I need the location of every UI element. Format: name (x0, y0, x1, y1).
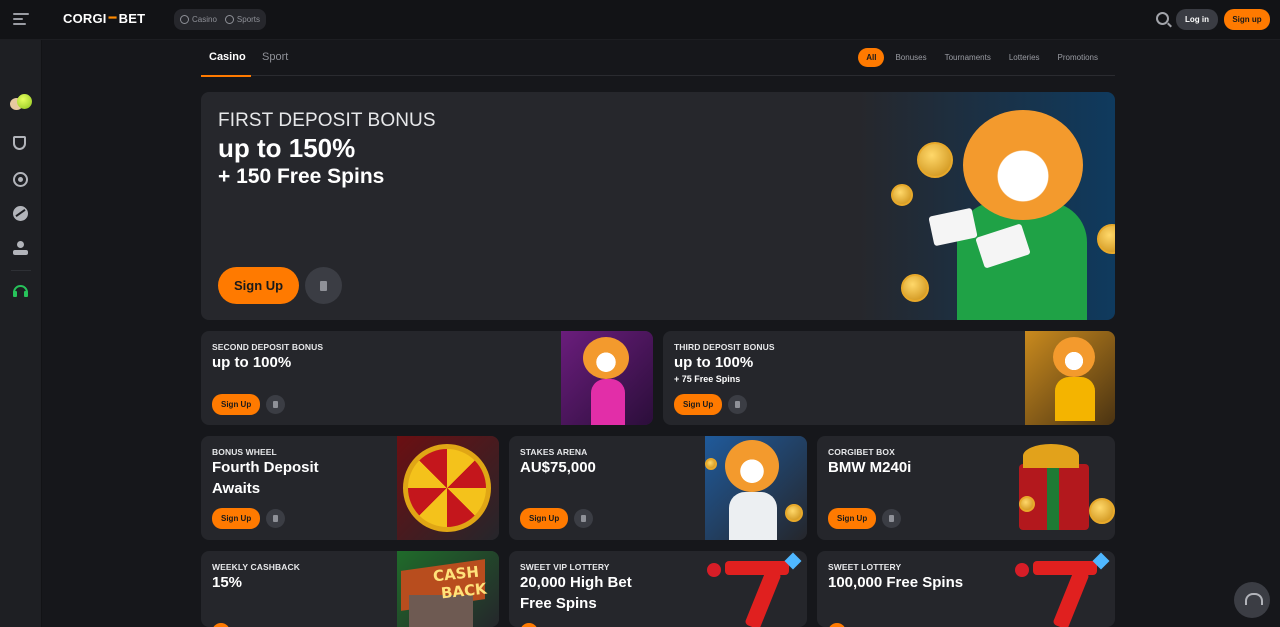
cashback-house-image: CASH BACK (397, 551, 499, 627)
card-title: AU$75,000 (520, 459, 596, 476)
joystick-icon[interactable] (13, 241, 28, 256)
info-icon[interactable] (574, 509, 593, 528)
section-tabs: Casino Sport All Bonuses Tournaments Lot… (201, 44, 1115, 77)
hero-kicker: FIRST DEPOSIT BONUS (218, 110, 436, 131)
card-title-line1: Fourth Deposit (212, 459, 319, 476)
card-title: 15% (212, 574, 243, 591)
card-signup-button[interactable] (212, 623, 230, 627)
card-title: 100,000 Free Spins (828, 574, 964, 591)
card-title-line2: Awaits (212, 480, 261, 497)
card-signup-button[interactable]: Sign Up (212, 508, 261, 529)
filter-bar: All Bonuses Tournaments Lotteries Promot… (858, 48, 1107, 67)
sports-ball-icon (224, 15, 234, 24)
hero-title: up to 150% (218, 133, 356, 163)
card-title-line2: Free Spins (520, 595, 597, 612)
card-signup-button[interactable]: Sign Up (520, 508, 569, 529)
hero-signup-button[interactable]: Sign Up (218, 267, 300, 304)
casino-chip-icon (180, 15, 189, 24)
menu-icon[interactable] (13, 13, 29, 26)
mode-sports-label: Sports (236, 15, 261, 24)
filter-bonuses[interactable]: Bonuses (886, 48, 935, 67)
search-icon[interactable] (1156, 12, 1169, 25)
top-bar: CORGI ━ BET Casino Sports Log in Sign up (0, 0, 1280, 40)
promo-card[interactable]: CORGIBET BOX BMW M240i Sign Up (817, 436, 1115, 540)
mode-casino-label: Casino (192, 15, 217, 24)
tab-sport[interactable]: Sport (262, 51, 288, 63)
basketball-icon[interactable] (13, 206, 28, 221)
signup-button[interactable]: Sign up (1224, 9, 1270, 30)
card-title: BMW M240i (828, 459, 912, 476)
promo-card[interactable]: SECOND DEPOSIT BONUS up to 100% Sign Up (201, 331, 653, 425)
shield-icon[interactable] (13, 136, 26, 150)
sidebar-divider (11, 270, 31, 271)
headset-icon[interactable] (13, 285, 28, 297)
card-kicker: BONUS WHEEL (212, 447, 277, 457)
card-kicker: SWEET LOTTERY (828, 562, 902, 572)
info-icon[interactable] (305, 267, 342, 304)
promo-card[interactable]: BONUS WHEEL Fourth Deposit Awaits Sign U… (201, 436, 499, 540)
promo-card[interactable]: THIRD DEPOSIT BONUS up to 100% + 75 Free… (663, 331, 1115, 425)
card-kicker: STAKES ARENA (520, 447, 588, 457)
mode-sports[interactable]: Sports (224, 15, 261, 24)
hero-banner[interactable]: FIRST DEPOSIT BONUS up to 150% + 150 Fre… (201, 92, 1115, 320)
logo-text-left: CORGI (63, 10, 107, 26)
card-kicker: WEEKLY CASHBACK (212, 562, 300, 572)
promo-card[interactable]: WEEKLY CASHBACK 15% CASH BACK (201, 551, 499, 627)
hero-subtitle: + 150 Free Spins (218, 165, 385, 188)
card-signup-button[interactable] (828, 623, 846, 627)
promo-card[interactable]: STAKES ARENA AU$75,000 Sign Up (509, 436, 807, 540)
bonus-wheel-image (397, 436, 499, 540)
corgi-cash-image (1025, 331, 1115, 425)
corgi-pink-dress-image (561, 331, 653, 425)
filter-promotions[interactable]: Promotions (1049, 48, 1107, 67)
bone-icon: ━ (108, 10, 117, 25)
card-signup-button[interactable]: Sign Up (828, 508, 877, 529)
promo-card[interactable]: SWEET LOTTERY 100,000 Free Spins (817, 551, 1115, 627)
info-icon[interactable] (266, 509, 285, 528)
mode-switch: Casino Sports (174, 9, 267, 30)
tennis-ball-icon[interactable] (8, 92, 34, 114)
card-signup-button[interactable]: Sign Up (212, 394, 261, 415)
info-icon[interactable] (882, 509, 901, 528)
filter-tournaments[interactable]: Tournaments (936, 48, 1000, 67)
card-kicker: SWEET VIP LOTTERY (520, 562, 610, 572)
card-title-line1: 20,000 High Bet (520, 574, 632, 591)
sidebar (0, 40, 42, 627)
filter-lotteries[interactable]: Lotteries (1000, 48, 1049, 67)
card-signup-button[interactable]: Sign Up (674, 394, 723, 415)
info-icon[interactable] (266, 395, 285, 414)
logo-text-right: BET (118, 10, 146, 26)
card-kicker: THIRD DEPOSIT BONUS (674, 342, 775, 352)
card-subtitle: + 75 Free Spins (674, 374, 741, 384)
logo[interactable]: CORGI ━ BET (63, 10, 145, 26)
chip-icon[interactable] (13, 172, 28, 187)
card-title: up to 100% (674, 354, 754, 371)
filter-all[interactable]: All (858, 48, 885, 67)
support-chat-button[interactable] (1234, 582, 1270, 618)
gift-box-image (1013, 436, 1115, 540)
card-kicker: CORGIBET BOX (828, 447, 895, 457)
lucky-seven-image (1013, 551, 1115, 627)
card-kicker: SECOND DEPOSIT BONUS (212, 342, 324, 352)
lucky-seven-image (705, 551, 807, 627)
login-button[interactable]: Log in (1176, 9, 1218, 30)
promo-card[interactable]: SWEET VIP LOTTERY 20,000 High Bet Free S… (509, 551, 807, 627)
info-icon[interactable] (728, 395, 747, 414)
tab-casino[interactable]: Casino (201, 51, 251, 77)
card-title: up to 100% (212, 354, 292, 371)
mode-casino[interactable]: Casino (180, 15, 217, 24)
corgi-trophy-image (705, 436, 807, 540)
card-signup-button[interactable] (520, 623, 538, 627)
corgi-mascot-image (891, 92, 1115, 320)
